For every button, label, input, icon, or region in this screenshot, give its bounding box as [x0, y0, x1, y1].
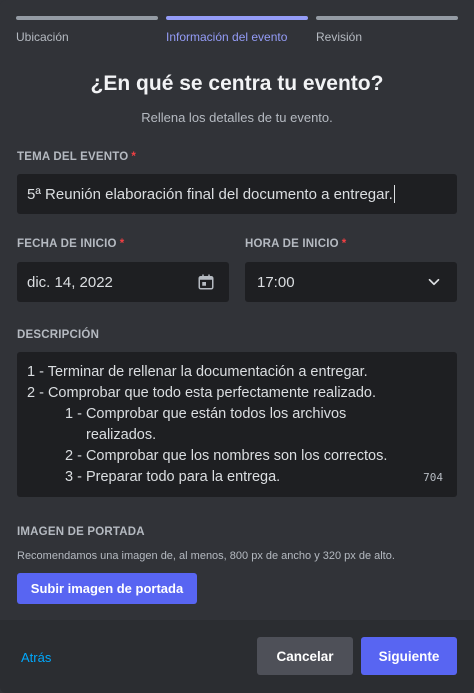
description-line: 1 - Terminar de rellenar la documentació…: [27, 364, 368, 380]
step-review[interactable]: Revisión: [316, 16, 458, 44]
description-line: realizados.: [86, 427, 157, 443]
step-bar: [16, 16, 158, 20]
description-line: 3 - Preparar todo para la entrega.: [65, 469, 281, 485]
start-date-label: FECHA DE INICIO *: [17, 238, 124, 250]
topic-label-text: TEMA DEL EVENTO: [17, 151, 129, 163]
start-date-value: dic. 14, 2022: [27, 273, 113, 291]
cancel-button[interactable]: Cancelar: [257, 637, 353, 675]
calendar-icon[interactable]: [197, 273, 215, 291]
topic-input[interactable]: 5ª Reunión elaboración final del documen…: [17, 174, 457, 214]
stepper: Ubicación Información del evento Revisió…: [16, 16, 458, 44]
description-line: 2 - Comprobar que los nombres son los co…: [65, 448, 388, 464]
upload-cover-button[interactable]: Subir imagen de portada: [17, 573, 197, 604]
create-event-modal: Ubicación Información del evento Revisió…: [0, 0, 474, 693]
cover-image-label: IMAGEN DE PORTADA: [17, 526, 145, 538]
text-caret: [393, 185, 395, 203]
topic-label: TEMA DEL EVENTO *: [17, 151, 136, 163]
start-time-value: 17:00: [257, 273, 295, 291]
description-textarea[interactable]: 1 - Terminar de rellenar la documentació…: [17, 352, 457, 497]
step-label: Información del evento: [166, 30, 288, 44]
description-line: 1 - Comprobar que están todos los archiv…: [65, 406, 347, 422]
start-time-label-text: HORA DE INICIO: [245, 238, 339, 250]
required-mark: *: [131, 151, 137, 163]
step-bar: [316, 16, 458, 20]
description-line: 2 - Comprobar que todo esta perfectament…: [27, 385, 377, 401]
topic-input-value: 5ª Reunión elaboración final del documen…: [27, 185, 393, 203]
start-time-label: HORA DE INICIO *: [245, 238, 346, 250]
chevron-down-icon[interactable]: [425, 273, 443, 291]
step-bar: [166, 16, 308, 20]
step-label: Revisión: [316, 30, 363, 44]
modal-title: ¿En qué se centra tu evento?: [90, 72, 384, 95]
start-date-label-text: FECHA DE INICIO: [17, 238, 117, 250]
required-mark: *: [341, 238, 347, 250]
step-label: Ubicación: [16, 30, 69, 44]
back-link[interactable]: Atrás: [21, 650, 51, 665]
start-time-select[interactable]: 17:00: [245, 262, 457, 302]
description-label: DESCRIPCIÓN: [17, 329, 100, 341]
modal-subtitle: Rellena los detalles de tu evento.: [141, 110, 333, 125]
required-mark: *: [119, 238, 125, 250]
step-location[interactable]: Ubicación: [16, 16, 158, 44]
cover-image-hint: Recomendamos una imagen de, al menos, 80…: [17, 550, 395, 562]
start-date-picker[interactable]: dic. 14, 2022: [17, 262, 229, 302]
char-counter: 704: [423, 471, 443, 484]
next-button[interactable]: Siguiente: [361, 637, 457, 675]
step-event-info[interactable]: Información del evento: [166, 16, 308, 44]
